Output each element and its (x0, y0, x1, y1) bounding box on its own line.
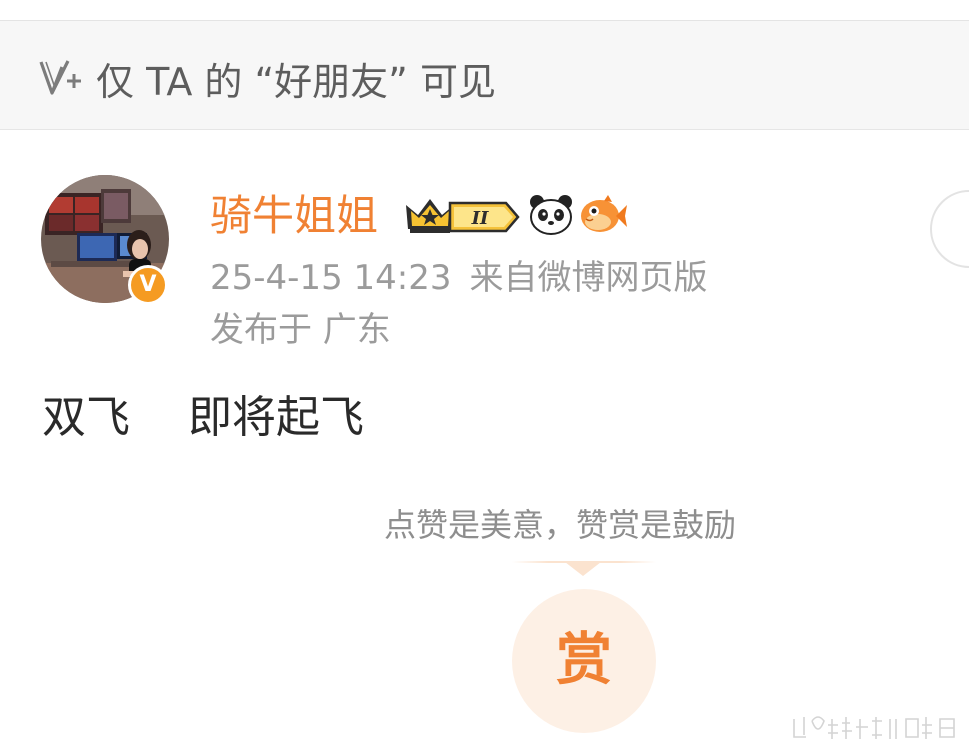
level-badge: II (448, 201, 520, 233)
verified-badge: V (128, 265, 168, 305)
verified-badge-label: V (139, 272, 157, 297)
reward-button[interactable]: 赏 (512, 589, 656, 733)
author-name[interactable]: 骑牛姐姐 (210, 190, 378, 242)
post-source: 来自微博网页版 (469, 258, 708, 298)
watermark-icon (793, 716, 955, 739)
fish-icon (581, 195, 627, 232)
post-meta: 25-4-15 14:23 来自微博网页版 (210, 256, 708, 300)
visibility-v-plus-icon (39, 60, 81, 95)
post-text: 双飞 即将起飞 (42, 392, 364, 443)
weibo-post-page: 仅 TA 的 “好朋友” 可见 V 骑牛姐姐 II 25-4-15 14:23 … (0, 0, 969, 752)
reward-button-label: 赏 (556, 628, 612, 693)
post-timestamp: 25-4-15 14:23 (210, 258, 452, 298)
privacy-divider (0, 129, 969, 130)
privacy-text: 仅 TA 的 “好朋友” 可见 (96, 60, 496, 104)
reward-caret (565, 562, 601, 576)
post-location: 发布于 广东 (210, 310, 391, 350)
privacy-bar: 仅 TA 的 “好朋友” 可见 (0, 21, 969, 129)
follow-button[interactable] (930, 190, 969, 268)
reward-tip: 点赞是美意，赞赏是鼓励 (384, 506, 737, 544)
panda-icon (530, 195, 572, 235)
level-label: II (471, 208, 489, 229)
